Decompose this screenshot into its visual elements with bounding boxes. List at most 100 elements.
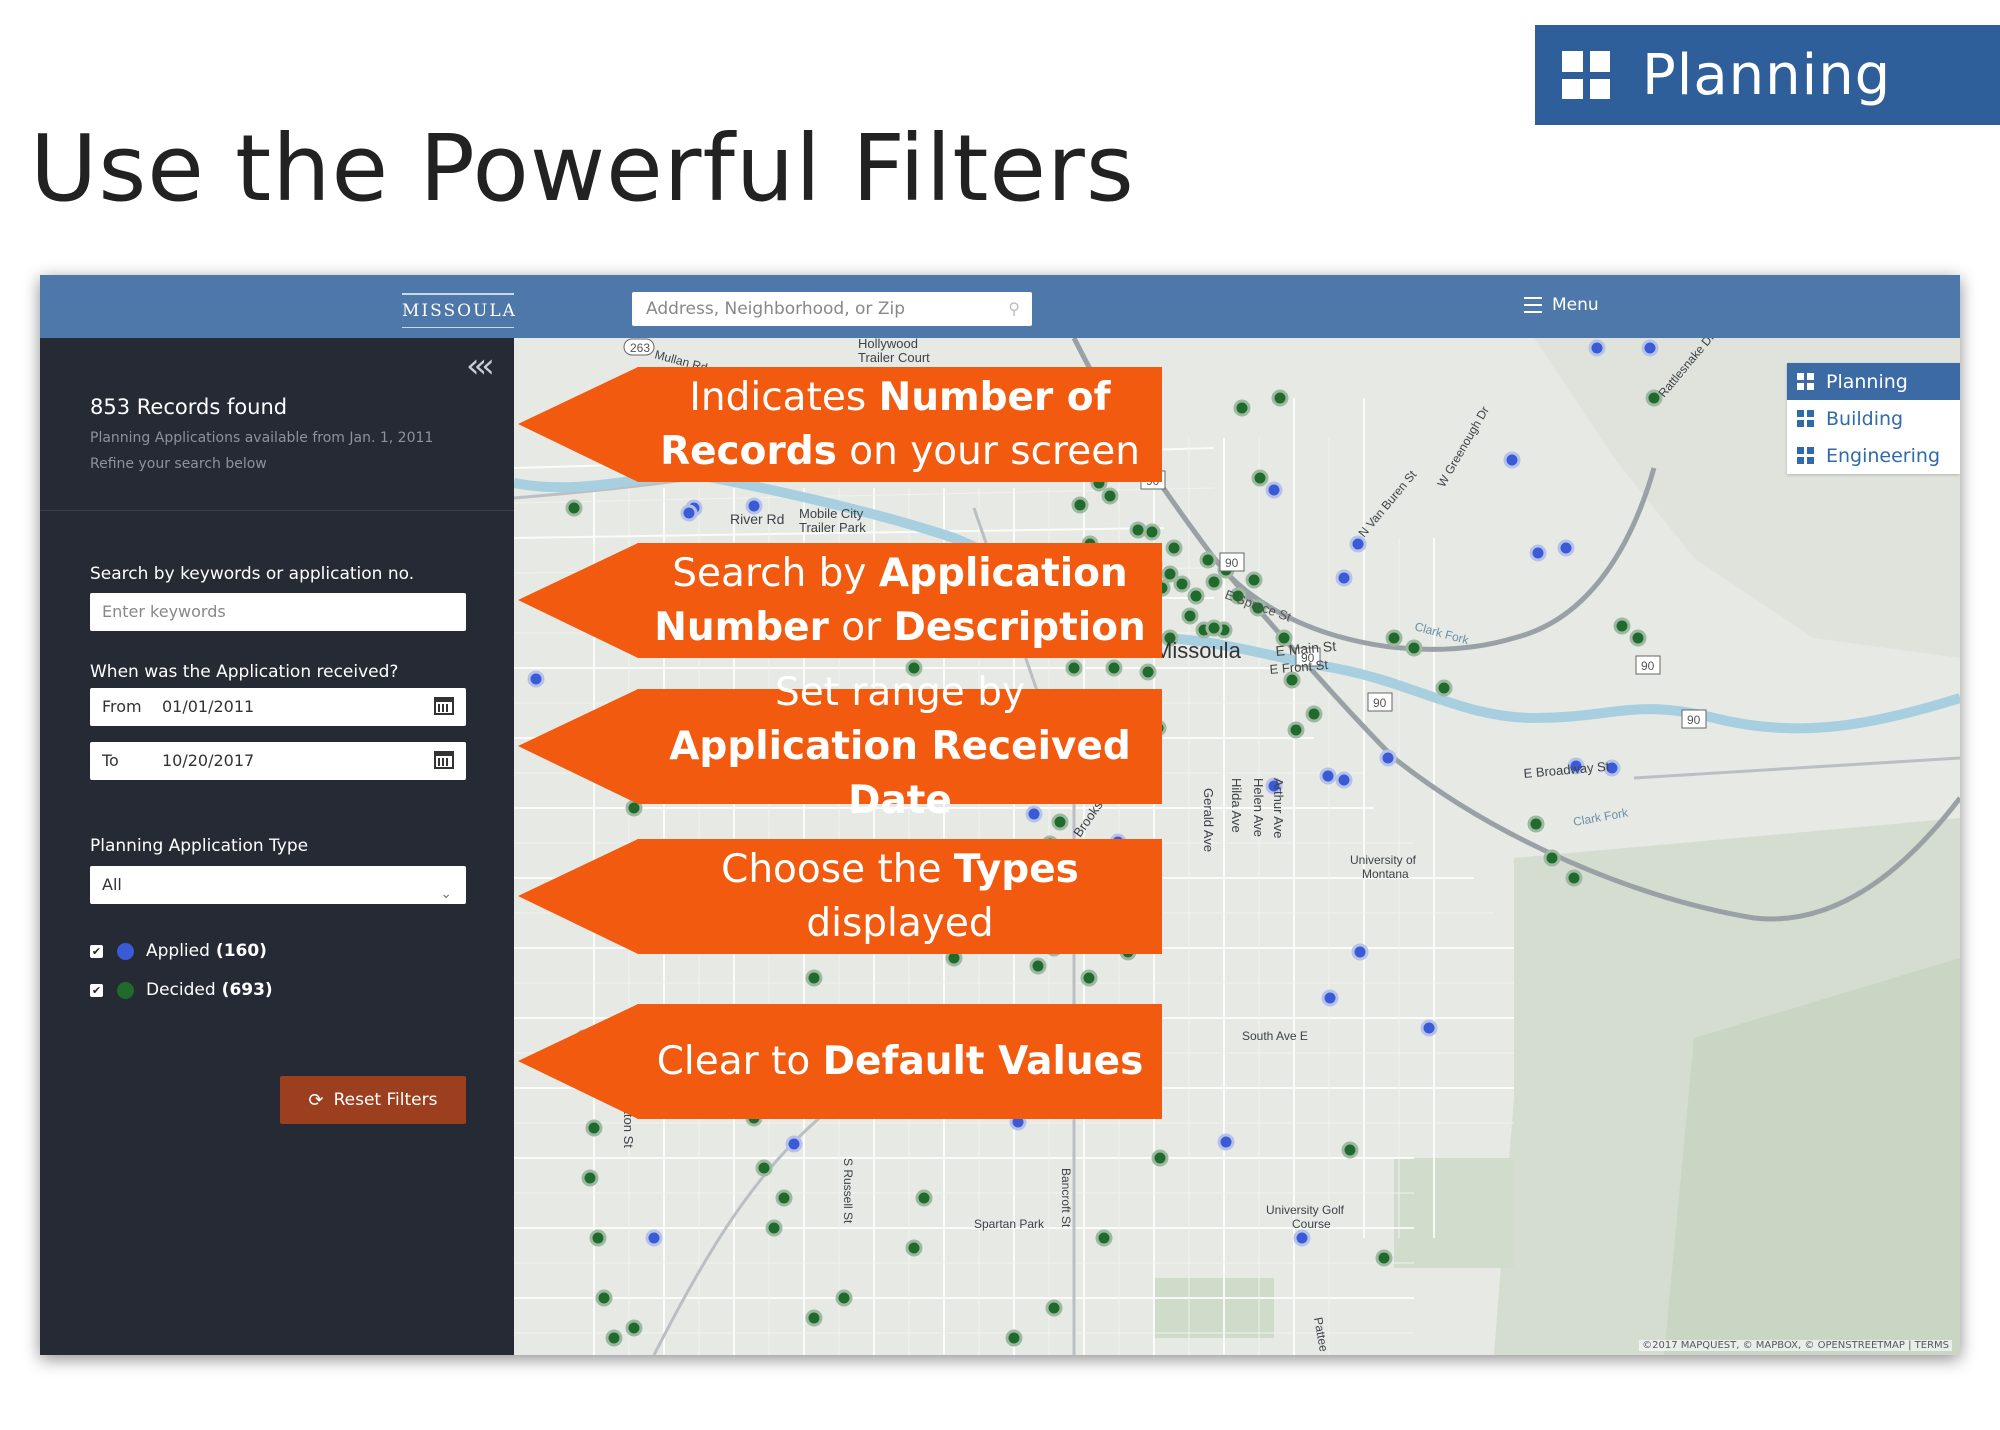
decided-count: (693)	[221, 980, 273, 1000]
callout-text: Set range by	[774, 669, 1026, 715]
grid-icon	[1562, 51, 1610, 99]
badge-label: Planning	[1642, 42, 1892, 108]
map-label-golf-2: Course	[1292, 1217, 1331, 1231]
callout-types: Choose the Types displayed	[518, 839, 1162, 954]
layer-engineering-label: Engineering	[1826, 444, 1940, 467]
svg-text:90: 90	[1687, 713, 1701, 727]
date-label: When was the Application received?	[90, 662, 399, 682]
map-label-spartan-park: Spartan Park	[974, 1217, 1045, 1231]
keyword-placeholder: Enter keywords	[102, 602, 226, 621]
callout-text: on your screen	[836, 428, 1140, 474]
grid-icon	[1797, 447, 1814, 464]
from-value: 01/01/2011	[162, 697, 255, 716]
map-label-hilda-ave: Hilda Ave	[1229, 778, 1244, 833]
map-label-missoula: Missoula	[1154, 638, 1242, 663]
refresh-icon: ⟳	[308, 1089, 324, 1111]
search-icon[interactable]: ⚲	[1008, 292, 1020, 326]
layer-planning[interactable]: Planning	[1787, 363, 1960, 400]
keyword-label: Search by keywords or application no.	[90, 564, 415, 584]
chevron-down-icon: ⌄	[440, 886, 452, 902]
calendar-icon[interactable]	[434, 697, 454, 715]
address-placeholder: Address, Neighborhood, or Zip	[646, 299, 905, 319]
reset-filters-button[interactable]: ⟳ Reset Filters	[280, 1076, 466, 1124]
callout-text: Clear to	[656, 1038, 823, 1084]
callout-bold: Number	[654, 604, 829, 650]
address-search-input[interactable]: Address, Neighborhood, or Zip ⚲	[632, 292, 1032, 326]
missoula-logo[interactable]: MISSOULA	[402, 293, 515, 328]
layer-building[interactable]: Building	[1787, 400, 1960, 437]
map-label-south-ave: South Ave E	[1242, 1029, 1308, 1043]
menu-label: Menu	[1552, 295, 1599, 315]
grid-icon	[1797, 373, 1814, 390]
svg-text:90: 90	[1225, 556, 1239, 570]
decided-dot-icon	[117, 981, 134, 999]
map-label-university: University of	[1350, 853, 1417, 867]
map-label-trailer-park: Trailer Park	[799, 520, 866, 535]
callout-search: Search by Application Number or Descripti…	[518, 543, 1162, 658]
top-bar: MISSOULA Address, Neighborhood, or Zip ⚲…	[40, 275, 1960, 338]
callout-bold: Application	[878, 550, 1128, 596]
decided-label: Decided	[146, 980, 216, 1000]
to-value: 10/20/2017	[162, 751, 255, 770]
callout-bold: Application Received Date	[669, 723, 1131, 823]
callout-text: displayed	[806, 900, 994, 946]
refine-note: Refine your search below	[90, 456, 267, 472]
slide-title: Use the Powerful Filters	[30, 115, 1135, 222]
callout-date-range: Set range by Application Received Date	[518, 670, 1162, 823]
from-label: From	[102, 697, 142, 716]
map-label-mobile-city: Mobile City	[799, 506, 864, 521]
hamburger-icon	[1524, 297, 1542, 313]
calendar-icon[interactable]	[434, 751, 454, 769]
decided-checkbox[interactable]: ✔	[90, 983, 103, 997]
applied-count: (160)	[215, 941, 267, 961]
callout-bold: Number of	[878, 374, 1111, 420]
collapse-sidebar-icon[interactable]: ‹‹‹	[466, 346, 495, 386]
type-selected-value: All	[102, 875, 122, 894]
layer-engineering[interactable]: Engineering	[1787, 437, 1960, 474]
sidebar-divider	[40, 510, 514, 511]
map-label-russell: S Russell St	[841, 1158, 855, 1224]
type-label: Planning Application Type	[90, 836, 309, 856]
map-label-helen-ave: Helen Ave	[1251, 778, 1266, 837]
callout-records: Indicates Number of Records on your scree…	[518, 367, 1162, 482]
svg-text:90: 90	[1373, 696, 1387, 710]
applied-label: Applied	[146, 941, 210, 961]
svg-text:90: 90	[1641, 659, 1655, 673]
callout-text: Search by	[672, 550, 879, 596]
to-label: To	[102, 751, 119, 770]
map-label-montana: Montana	[1362, 867, 1409, 881]
menu-button[interactable]: Menu	[1524, 295, 1599, 315]
svg-text:263: 263	[630, 341, 650, 355]
callout-bold: Types	[953, 846, 1079, 892]
map-label-arthur-ave: Arthur Ave	[1271, 778, 1286, 838]
layer-planning-label: Planning	[1826, 370, 1908, 393]
callout-bold: Records	[660, 428, 837, 474]
legend-decided[interactable]: ✔ Decided (693)	[90, 980, 273, 1000]
to-date-field[interactable]: To 10/20/2017	[90, 742, 466, 780]
layer-switcher: Planning Building Engineering	[1787, 363, 1960, 474]
filter-sidebar: ‹‹‹ 853 Records found Planning Applicati…	[40, 338, 514, 1355]
map-label-bancroft: Bancroft St	[1059, 1168, 1073, 1228]
map-attribution[interactable]: ©2017 MAPQUEST, © MAPBOX, © OPENSTREETMA…	[1639, 1340, 1952, 1351]
planning-badge: Planning	[1535, 25, 2000, 125]
app-screenshot: 263 93 90 90 90 90 90 90 12 12 93 River …	[40, 275, 1960, 1355]
type-select[interactable]: All ⌄	[90, 866, 466, 904]
callout-bold: Description	[893, 604, 1146, 650]
keyword-input[interactable]: Enter keywords	[90, 593, 466, 631]
grid-icon	[1797, 410, 1814, 427]
map-label-golf-1: University Golf	[1266, 1203, 1345, 1217]
map-label-gerald-ave: Gerald Ave	[1201, 788, 1216, 852]
reset-filters-label: Reset Filters	[333, 1090, 438, 1110]
map-label-river-rd: River Rd	[730, 511, 784, 527]
applied-dot-icon	[117, 942, 134, 960]
available-note: Planning Applications available from Jan…	[90, 430, 434, 446]
callout-text: Indicates	[689, 374, 879, 420]
records-found: 853 Records found	[90, 395, 288, 419]
legend-applied[interactable]: ✔ Applied (160)	[90, 941, 267, 961]
map-label-trailer-court: Trailer Court	[858, 350, 930, 365]
callout-bold: Default Values	[822, 1038, 1144, 1084]
applied-checkbox[interactable]: ✔	[90, 944, 103, 958]
callout-text: Choose the	[721, 846, 954, 892]
callout-text: or	[828, 604, 894, 650]
from-date-field[interactable]: From 01/01/2011	[90, 688, 466, 726]
